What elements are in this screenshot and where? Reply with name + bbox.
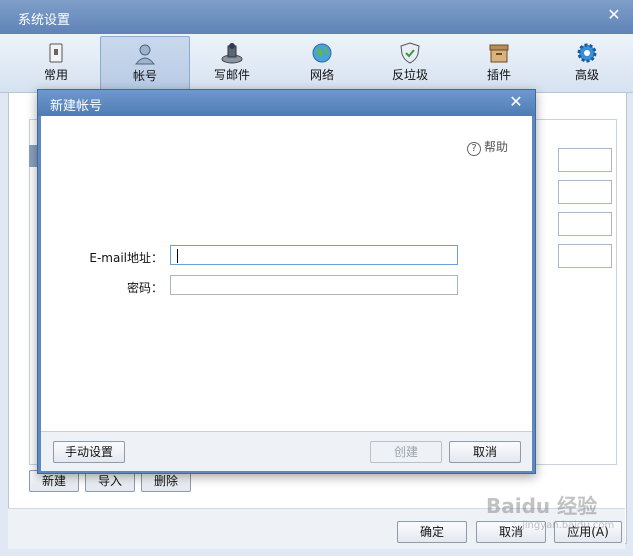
advanced-gear-icon xyxy=(577,43,597,63)
watermark: Baidu 经验 xyxy=(486,494,598,518)
background-field[interactable] xyxy=(558,244,612,268)
anti-spam-shield-icon xyxy=(400,42,420,64)
tab-compose[interactable]: 写邮件 xyxy=(188,36,276,88)
background-field[interactable] xyxy=(558,180,612,204)
window-titlebar[interactable]: 系统设置 ✕ xyxy=(0,0,633,34)
compose-mail-icon xyxy=(221,43,243,64)
background-field[interactable] xyxy=(558,148,612,172)
tab-label: 插件 xyxy=(486,68,511,82)
help-link[interactable]: ? 帮助 xyxy=(466,138,508,156)
close-icon[interactable]: ✕ xyxy=(507,93,525,111)
tab-anti-spam[interactable]: 反垃圾 xyxy=(366,36,454,88)
account-person-icon xyxy=(134,44,156,65)
settings-toolbar: 常用 帐号 写邮件 网络 反垃圾 插件 高级 xyxy=(0,34,633,93)
password-label: 密码： xyxy=(126,281,163,295)
window-title: 系统设置 xyxy=(18,13,71,28)
ok-button[interactable]: 确定 xyxy=(397,521,467,543)
tab-label: 反垃圾 xyxy=(391,68,428,82)
network-globe-icon xyxy=(312,43,332,63)
text-caret xyxy=(177,249,178,263)
email-field[interactable] xyxy=(170,245,458,265)
dialog-title: 新建帐号 xyxy=(50,99,103,114)
tab-label: 写邮件 xyxy=(213,68,250,82)
new-account-dialog: 新建帐号 ✕ ? 帮助 E-mail地址： 密码： 手动设置 创建 取消 xyxy=(37,89,536,474)
email-label: E-mail地址： xyxy=(89,251,163,265)
close-icon[interactable]: ✕ xyxy=(605,6,623,24)
tab-label: 帐号 xyxy=(132,69,157,83)
dialog-footer: 手动设置 创建 取消 xyxy=(41,431,532,471)
help-icon: ? xyxy=(466,142,481,156)
create-button[interactable]: 创建 xyxy=(370,441,442,463)
tab-label: 常用 xyxy=(43,68,68,82)
tab-advanced[interactable]: 高级 xyxy=(543,36,631,88)
watermark-sub: jingyan.baidu.com xyxy=(522,520,615,531)
account-list-selection[interactable] xyxy=(29,145,37,167)
help-label: 帮助 xyxy=(483,140,508,154)
dialog-titlebar[interactable]: 新建帐号 ✕ xyxy=(38,90,535,116)
tab-label: 网络 xyxy=(309,68,334,82)
tab-account[interactable]: 帐号 xyxy=(100,36,190,90)
tab-label: 高级 xyxy=(574,68,599,82)
background-field[interactable] xyxy=(558,212,612,236)
dialog-content: ? 帮助 E-mail地址： 密码： xyxy=(41,116,532,431)
plugin-box-icon xyxy=(489,44,509,63)
general-settings-icon xyxy=(49,43,63,63)
tab-plugins[interactable]: 插件 xyxy=(455,36,543,88)
tab-network[interactable]: 网络 xyxy=(278,36,366,88)
dialog-cancel-button[interactable]: 取消 xyxy=(449,441,521,463)
tab-general[interactable]: 常用 xyxy=(12,36,100,88)
manual-setup-button[interactable]: 手动设置 xyxy=(53,441,125,463)
password-field[interactable] xyxy=(170,275,458,295)
